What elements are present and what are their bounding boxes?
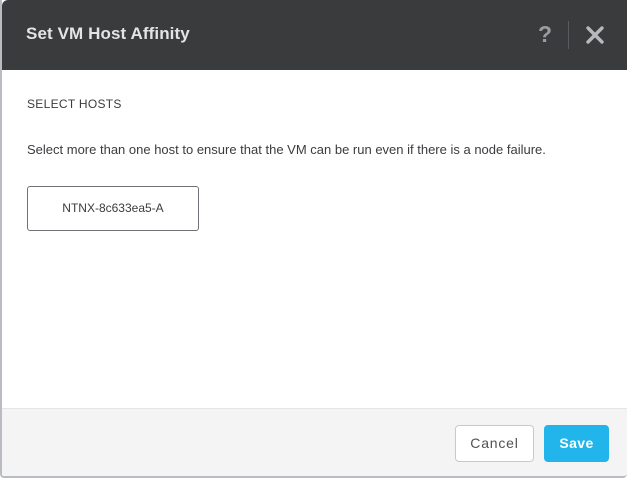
close-icon[interactable]	[584, 24, 606, 46]
help-icon[interactable]: ?	[534, 19, 556, 49]
section-title: SELECT HOSTS	[27, 97, 122, 111]
dialog-header: Set VM Host Affinity ?	[2, 0, 627, 70]
close-x-glyph	[586, 26, 604, 44]
dialog-footer: Cancel Save	[2, 408, 627, 476]
dialog-title: Set VM Host Affinity	[26, 24, 190, 43]
save-button[interactable]: Save	[544, 425, 609, 462]
set-vm-host-affinity-dialog: Set VM Host Affinity ? SELECT HOSTS Sele…	[0, 0, 627, 478]
host-option-button[interactable]: NTNX-8c633ea5-A	[27, 186, 199, 231]
instructions-text: Select more than one host to ensure that…	[27, 142, 546, 157]
dialog-body: SELECT HOSTS Select more than one host t…	[2, 70, 627, 408]
header-divider	[568, 21, 569, 49]
cancel-button[interactable]: Cancel	[455, 425, 534, 462]
